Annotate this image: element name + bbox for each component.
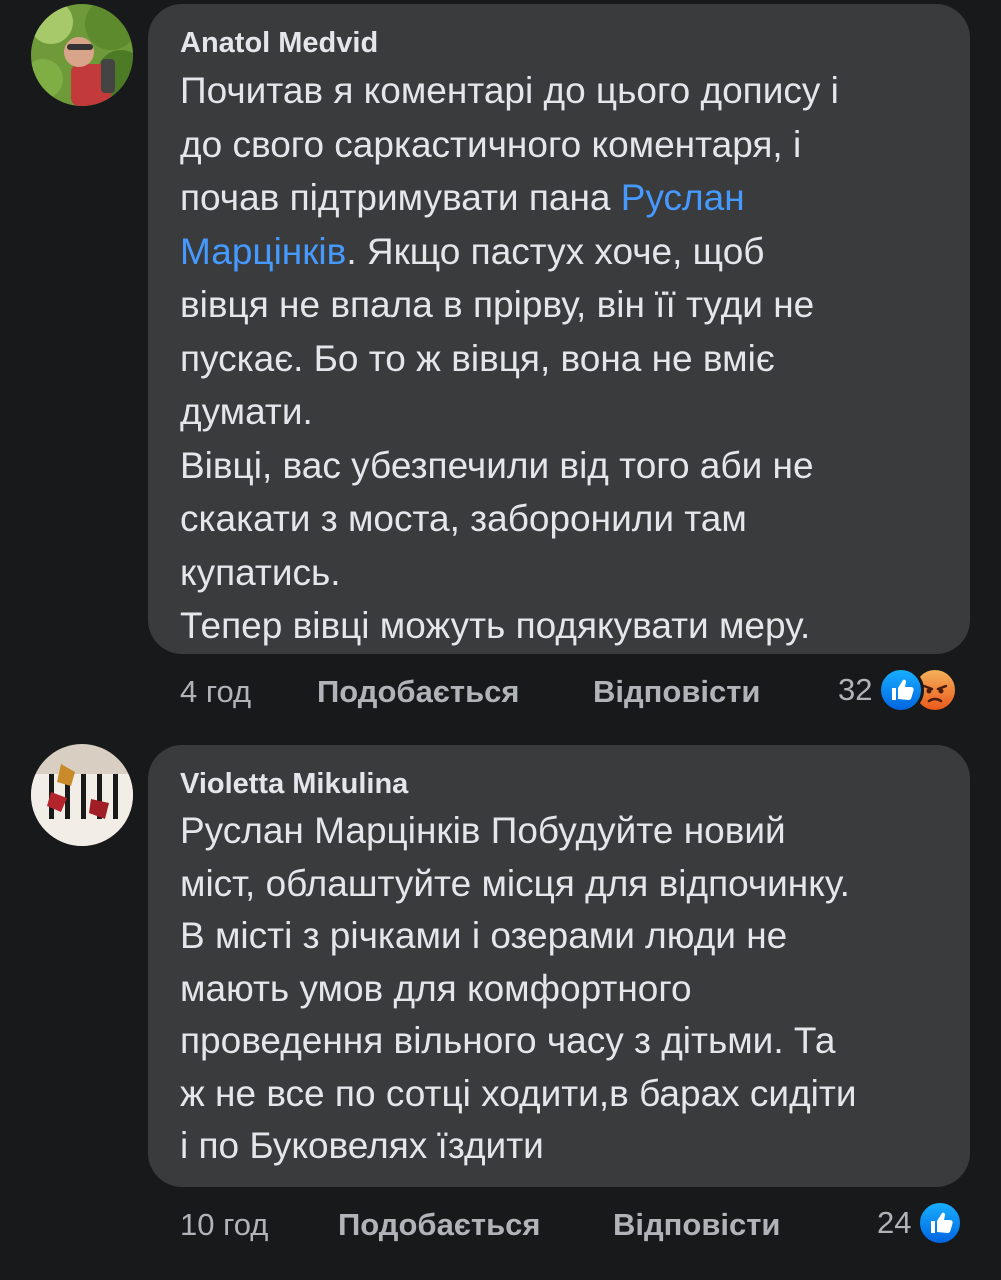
comment-bubble: Anatol Medvid Почитав я коментарі до цьо… [148, 4, 970, 654]
avatar[interactable] [31, 744, 133, 846]
like-reaction-icon [878, 667, 925, 713]
comment-line: думати. [180, 391, 313, 432]
comment-author[interactable]: Anatol Medvid [180, 26, 940, 60]
comment-line: купатись. [180, 551, 341, 593]
comment-timestamp[interactable]: 10 год [180, 1205, 268, 1245]
comment-line: мають умов для комфортного [180, 967, 692, 1009]
comment-text: Почитав я коментарі до цього допису і до… [180, 64, 940, 653]
like-button[interactable]: Подобається [338, 1205, 541, 1245]
like-reaction-icon [917, 1200, 964, 1246]
reply-button[interactable]: Відповісти [613, 1205, 781, 1245]
comment-line: ж не все по сотці ходити,в барах сидіти [180, 1072, 857, 1114]
comment-text: Руслан Марцінків Побудуйте новий міст, о… [180, 805, 940, 1173]
comment-line: Почитав я коментарі до цього допису і [180, 70, 839, 111]
comment-line: проведення вільного часу з дітьми. Та [180, 1020, 836, 1061]
avatar-image [31, 4, 133, 106]
comment-line: Марцінків. Якщо пастух хоче, щоб [180, 225, 940, 279]
comment-line: скакати з моста, заборонили там [180, 498, 747, 539]
reaction-count: 32 [838, 672, 873, 707]
comment-text-segment: . Якщо пастух хоче, щоб [346, 230, 765, 272]
comment-line: вівця не впала в прірву, він її туди не [180, 284, 815, 325]
comment-text-segment: почав підтримувати пана [180, 177, 621, 218]
comment-line: почав підтримувати пана Руслан [180, 171, 940, 225]
comment-line: Тепер вівці можуть подякувати меру. [180, 605, 811, 646]
comment-line: Руслан Марцінків Побудуйте новий [180, 810, 786, 851]
avatar-image [31, 744, 133, 846]
reactions-summary[interactable]: 32 [838, 667, 959, 713]
comment-timestamp[interactable]: 4 год [180, 672, 251, 712]
comment-line: В місті з річками і озерами люди не [180, 915, 788, 956]
reaction-count: 24 [877, 1205, 912, 1240]
comment-author[interactable]: Violetta Mikulina [180, 767, 940, 801]
like-button[interactable]: Подобається [317, 672, 520, 712]
mention-link[interactable]: Марцінків [180, 231, 346, 272]
comment-line: до свого саркастичного коментаря, і [180, 123, 802, 165]
reply-button[interactable]: Відповісти [593, 672, 761, 712]
comment-line: міст, облаштуйте місця для відпочинку. [180, 862, 850, 904]
avatar[interactable] [31, 4, 133, 106]
mention-link[interactable]: Руслан [621, 177, 745, 218]
comment-line: пускає. Бо то ж вівця, вона не вміє [180, 337, 775, 379]
reactions-summary[interactable]: 24 [877, 1200, 964, 1246]
comment-line: Вівці, вас убезпечили від того аби не [180, 444, 814, 486]
comment-line: і по Буковелях їздити [180, 1125, 544, 1166]
comment-bubble: Violetta Mikulina Руслан Марцінків Побуд… [148, 745, 970, 1187]
